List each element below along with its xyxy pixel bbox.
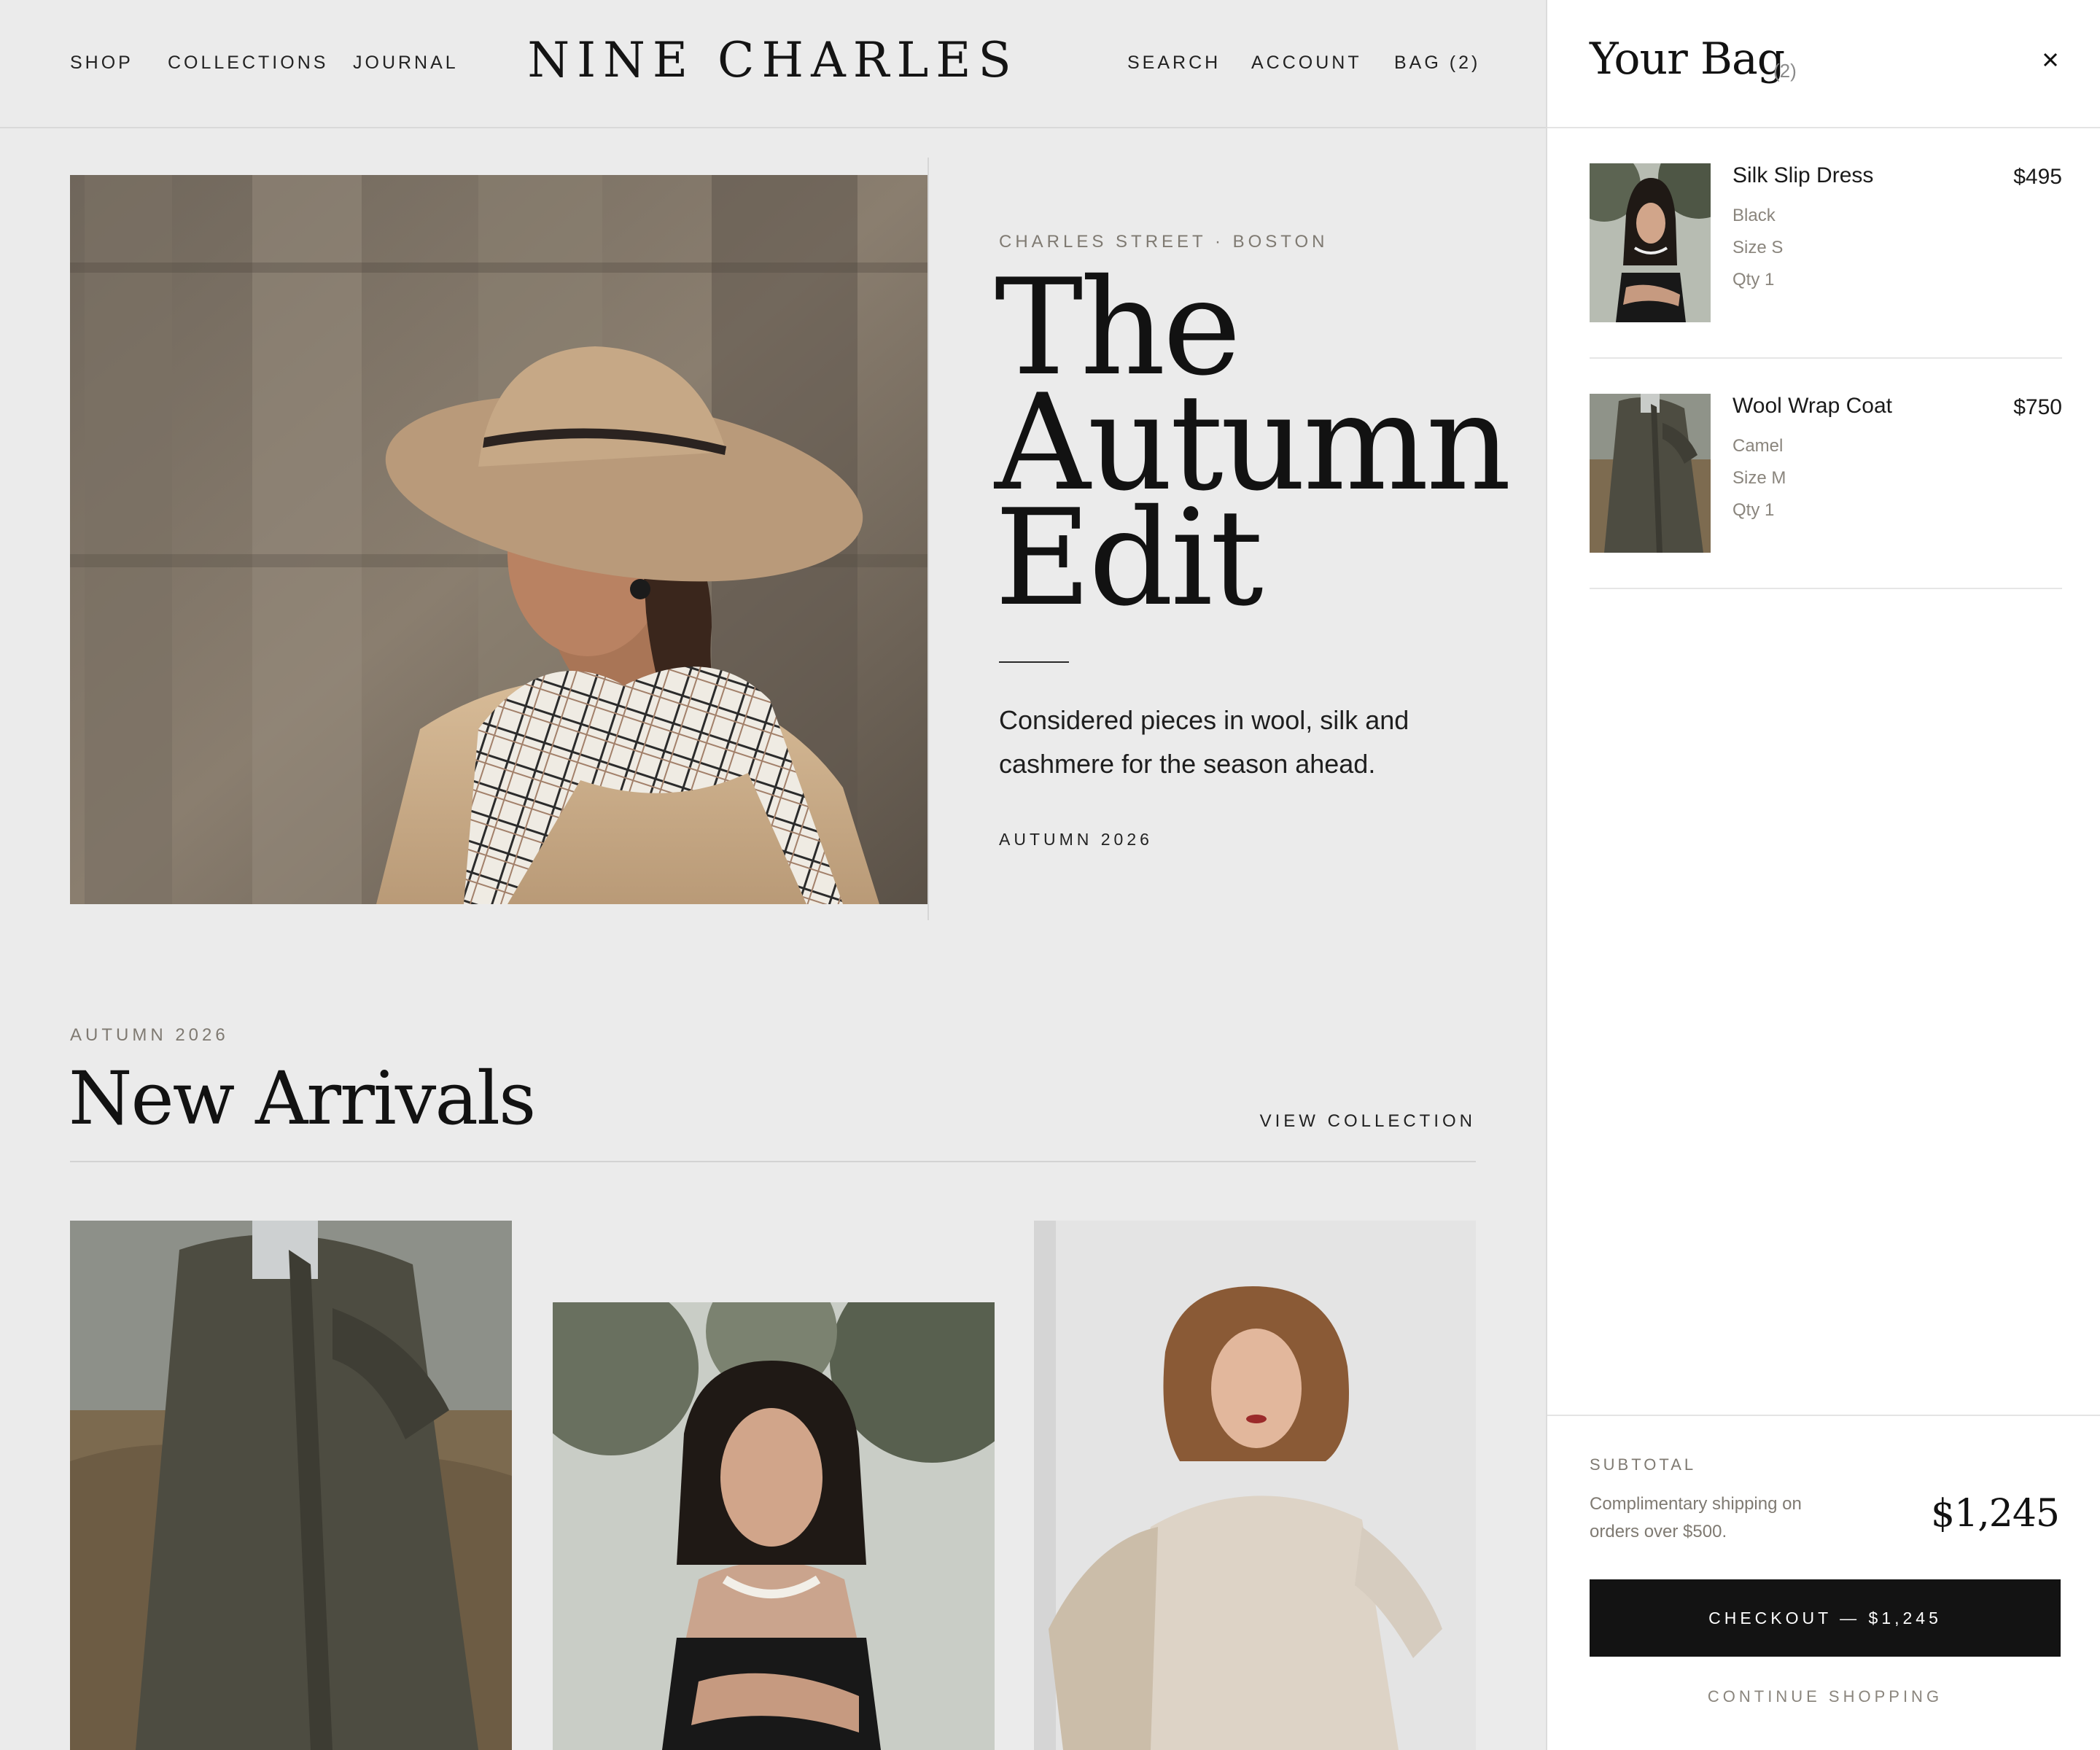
shipping-note: Complimentary shipping on orders over $5… bbox=[1590, 1494, 1802, 1541]
product-image bbox=[70, 1221, 512, 1750]
bag-item-count: (2) bbox=[1773, 60, 1797, 82]
subtotal-value: $1,245 bbox=[1931, 1492, 2060, 1536]
arrivals-divider bbox=[70, 1161, 1476, 1162]
nav-account[interactable]: ACCOUNT bbox=[1251, 52, 1362, 74]
item-size: Size S bbox=[1732, 238, 1784, 257]
product-image bbox=[553, 1302, 995, 1750]
site-header: SHOP COLLECTIONS JOURNAL NINE CHARLES SE… bbox=[0, 0, 1546, 128]
hero-description: Considered pieces in wool, silk and cash… bbox=[999, 705, 1409, 779]
hero-title: The Autumn Edit bbox=[995, 261, 1512, 624]
drawer-footer-divider bbox=[1547, 1415, 2100, 1416]
item-quantity: Qty 1 bbox=[1732, 270, 1775, 289]
product-image bbox=[1034, 1221, 1476, 1750]
hero-season-tag: AUTUMN 2026 bbox=[999, 830, 1153, 849]
item-name[interactable]: Silk Slip Dress bbox=[1732, 163, 1873, 188]
drawer-header-divider bbox=[1547, 127, 2100, 128]
subtotal-label: SUBTOTAL bbox=[1590, 1455, 1697, 1474]
bag-drawer: Your Bag (2) Silk Slip Dress $495 Black … bbox=[1546, 0, 2100, 1750]
product-card-slip-dress[interactable] bbox=[553, 1302, 995, 1750]
view-collection-link[interactable]: VIEW COLLECTION bbox=[1260, 1111, 1476, 1132]
bag-title: Your Bag bbox=[1590, 34, 1785, 85]
item-color: Camel bbox=[1732, 436, 1784, 456]
nav-bag[interactable]: BAG (2) bbox=[1394, 52, 1480, 74]
item-color: Black bbox=[1732, 206, 1776, 225]
close-icon[interactable] bbox=[2037, 47, 2064, 73]
continue-shopping-link[interactable]: CONTINUE SHOPPING bbox=[1590, 1687, 2061, 1706]
hero-image bbox=[70, 175, 928, 904]
item-thumbnail[interactable] bbox=[1590, 163, 1711, 322]
item-size: Size M bbox=[1732, 468, 1786, 488]
product-card-coat[interactable] bbox=[70, 1221, 512, 1750]
storefront-page: SHOP COLLECTIONS JOURNAL NINE CHARLES SE… bbox=[0, 0, 1546, 1750]
item-quantity: Qty 1 bbox=[1732, 500, 1775, 520]
arrivals-title: New Arrivals bbox=[69, 1056, 536, 1141]
item-divider bbox=[1590, 357, 2062, 359]
item-thumbnail[interactable] bbox=[1590, 394, 1711, 553]
item-name[interactable]: Wool Wrap Coat bbox=[1732, 394, 1892, 419]
hero-divider bbox=[928, 158, 929, 920]
item-price: $495 bbox=[2013, 165, 2062, 189]
item-divider bbox=[1590, 588, 2062, 589]
hero-location: CHARLES STREET · BOSTON bbox=[999, 232, 1329, 252]
hero-accent-rule bbox=[999, 661, 1069, 663]
arrivals-eyebrow: AUTUMN 2026 bbox=[70, 1025, 229, 1045]
nav-search[interactable]: SEARCH bbox=[1127, 52, 1221, 74]
product-card-cashmere-knit[interactable] bbox=[1034, 1221, 1476, 1750]
checkout-button[interactable]: CHECKOUT — $1,245 bbox=[1590, 1579, 2061, 1657]
item-price: $750 bbox=[2013, 395, 2062, 419]
